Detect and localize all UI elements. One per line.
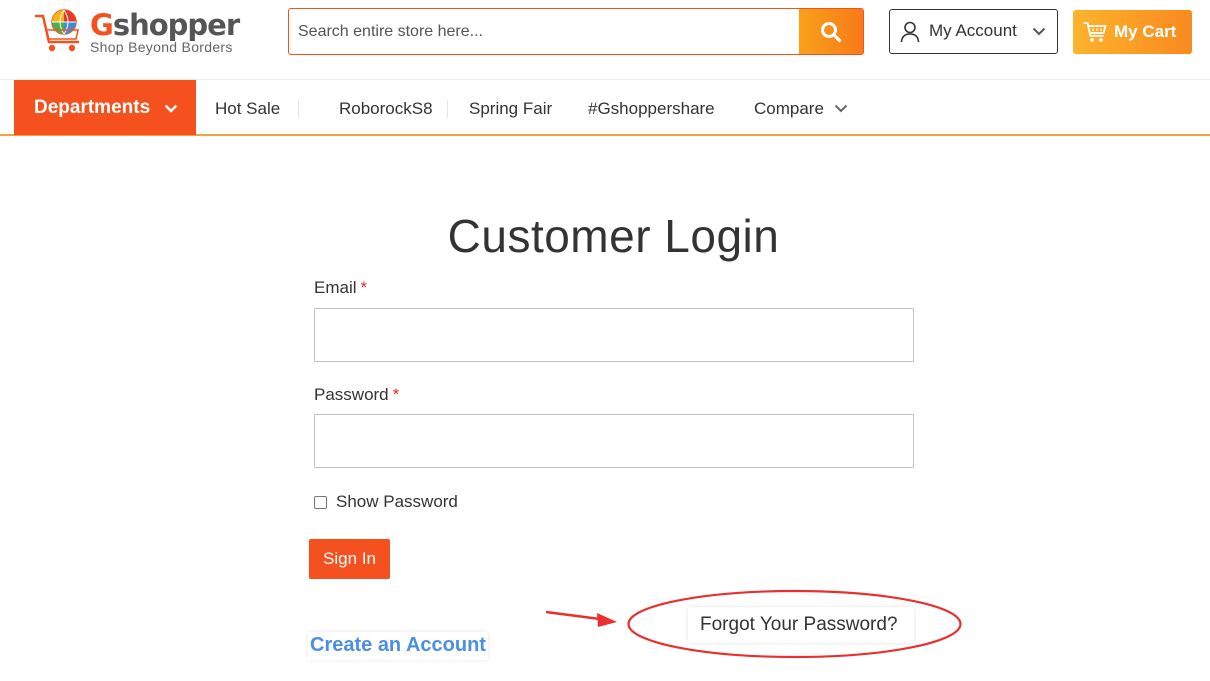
page: Gshopper Shop Beyond Borders My Account bbox=[0, 0, 1210, 681]
my-cart-label: My Cart bbox=[1114, 22, 1177, 41]
nav-divider bbox=[298, 100, 299, 118]
logo-wordmark: Gshopper bbox=[90, 8, 240, 42]
departments-label: Departments bbox=[34, 97, 151, 118]
user-icon bbox=[900, 21, 920, 43]
globe-cart-icon bbox=[34, 9, 80, 52]
email-field[interactable] bbox=[314, 308, 914, 362]
sign-in-button[interactable]: Sign In bbox=[309, 539, 390, 579]
departments-menu[interactable]: Departments bbox=[14, 80, 196, 135]
search-icon bbox=[821, 21, 842, 42]
logo-tagline: Shop Beyond Borders bbox=[90, 39, 233, 55]
show-password-checkbox[interactable] bbox=[314, 496, 327, 509]
nav-item-spring-fair[interactable]: Spring Fair bbox=[469, 99, 552, 119]
my-account-label: My Account bbox=[929, 21, 1017, 40]
search-input[interactable] bbox=[289, 9, 799, 54]
password-field[interactable] bbox=[314, 414, 914, 468]
nav-item-compare[interactable]: Compare bbox=[754, 99, 824, 119]
my-account-button[interactable]: My Account bbox=[889, 9, 1058, 54]
annotation-arrow-line bbox=[545, 610, 601, 621]
show-password-toggle[interactable]: Show Password bbox=[314, 492, 458, 512]
page-title: Customer Login bbox=[447, 210, 780, 262]
main-navigation: Departments Hot Sale RoborockS8 Spring F… bbox=[0, 80, 1210, 136]
chevron-down-icon bbox=[1032, 27, 1046, 36]
required-marker: * bbox=[392, 385, 400, 404]
my-cart-button[interactable]: My Cart bbox=[1073, 10, 1192, 54]
required-marker: * bbox=[360, 278, 368, 297]
site-logo[interactable]: Gshopper Shop Beyond Borders bbox=[34, 6, 249, 58]
show-password-label: Show Password bbox=[336, 492, 458, 511]
chevron-down-icon bbox=[164, 104, 178, 113]
nav-item-hot-sale[interactable]: Hot Sale bbox=[215, 99, 280, 119]
forgot-password-link[interactable]: Forgot Your Password? bbox=[688, 607, 914, 643]
nav-item-gshoppershare[interactable]: #Gshoppershare bbox=[588, 99, 715, 119]
email-label: Email * bbox=[314, 278, 368, 297]
nav-item-roborocks8[interactable]: RoborockS8 bbox=[339, 99, 433, 119]
nav-divider bbox=[447, 100, 448, 118]
password-label: Password * bbox=[314, 385, 400, 404]
create-account-link[interactable]: Create an Account bbox=[308, 632, 488, 660]
site-header: Gshopper Shop Beyond Borders My Account bbox=[0, 0, 1210, 80]
search-bar bbox=[288, 8, 864, 55]
cart-icon bbox=[1083, 22, 1107, 42]
search-button[interactable] bbox=[799, 9, 863, 54]
annotation-arrowhead-icon bbox=[597, 613, 617, 627]
chevron-down-icon[interactable] bbox=[834, 104, 848, 113]
